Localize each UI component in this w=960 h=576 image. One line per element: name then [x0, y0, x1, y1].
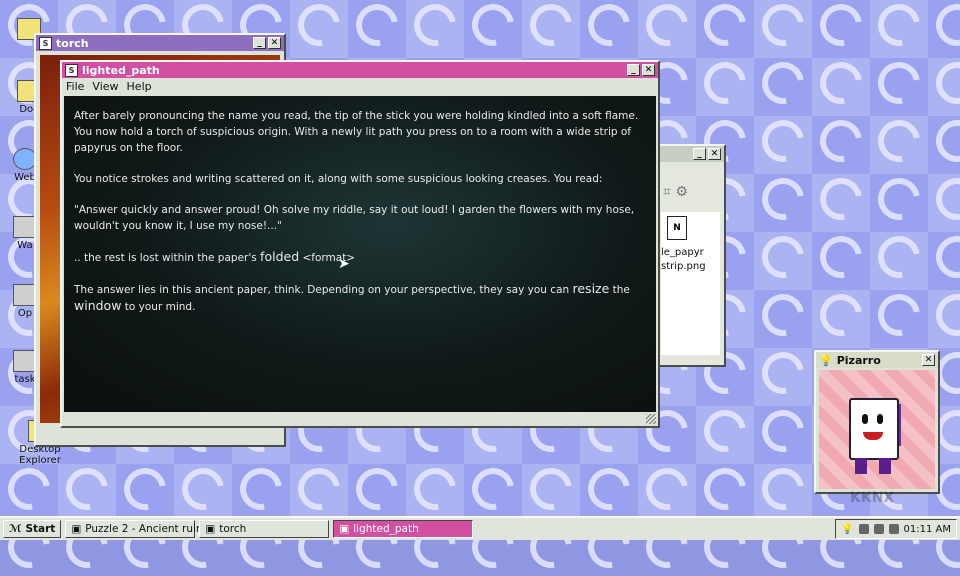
task-label: Puzzle 2 - Ancient ruins — [85, 523, 209, 535]
close-button[interactable]: ✕ — [642, 64, 655, 76]
system-tray: 💡 01:11 AM — [835, 519, 957, 539]
pizarro-assistant[interactable] — [819, 370, 935, 489]
lighted-path-titlebar[interactable]: S lighted_path _ ✕ — [62, 62, 658, 78]
network-icon[interactable] — [858, 524, 869, 534]
taskbar: ℳ Start ▣ Puzzle 2 - Ancient ruins ▣ tor… — [0, 516, 960, 540]
menu-bar: File View Help — [62, 78, 658, 94]
window-title: lighted_path — [82, 63, 160, 77]
story-paragraph: You notice strokes and writing scattered… — [74, 173, 603, 185]
file-list[interactable]: N le_papyr strip.png — [661, 212, 720, 355]
mouse-cursor-icon: ➤ — [338, 256, 350, 272]
eye — [862, 414, 868, 424]
start-label: Start — [25, 523, 56, 535]
minimize-button[interactable]: _ — [253, 37, 266, 49]
riddle-text: "Answer quickly and answer proud! Oh sol… — [74, 204, 635, 232]
file-label[interactable]: le_papyr strip.png — [661, 246, 728, 274]
hint-resize: resize — [572, 281, 610, 296]
menu-view[interactable]: View — [92, 80, 118, 93]
pizarro-title: Pizarro — [836, 353, 881, 367]
app-icon: ▣ — [205, 523, 216, 535]
desktop-icon-label: Op — [17, 308, 33, 319]
app-icon: S — [39, 36, 52, 50]
hint-folded: folded — [260, 249, 300, 264]
torch-title: torch — [56, 36, 89, 50]
pizarro-titlebar[interactable]: 💡 Pizarro ✕ — [816, 352, 938, 368]
task-label: torch — [219, 523, 247, 535]
task-puzzle[interactable]: ▣ Puzzle 2 - Ancient ruins — [65, 520, 208, 538]
leg — [879, 458, 891, 474]
desktop-icon-label: Desktop Explorer — [19, 444, 61, 466]
notepad-character-icon[interactable] — [849, 398, 899, 460]
minimize-button[interactable]: _ — [693, 148, 706, 160]
text-fragment: to your mind. — [121, 301, 196, 313]
story-paragraph: The answer lies in this ancient paper, t… — [74, 281, 646, 315]
explorer-titlebar[interactable]: _ ✕ — [657, 146, 724, 162]
explorer-window[interactable]: _ ✕ ⌗ ⚙ N le_papyr strip.png — [655, 144, 726, 367]
clock[interactable]: 01:11 AM — [904, 524, 951, 535]
start-button[interactable]: ℳ Start — [3, 520, 62, 538]
lightbulb-icon: 💡 — [819, 353, 833, 367]
lightbulb-icon[interactable]: 💡 — [841, 524, 853, 535]
hint-window: window — [74, 298, 122, 313]
lighted-path-window[interactable]: S lighted_path _ ✕ File View Help After … — [60, 60, 660, 428]
app-icon: ▣ — [71, 523, 82, 535]
desktop-icon-label: Wa — [17, 240, 33, 251]
toolbar-icons[interactable]: ⌗ ⚙ — [663, 184, 688, 200]
close-button[interactable]: ✕ — [922, 354, 935, 366]
menu-help[interactable]: Help — [127, 80, 152, 93]
close-button[interactable]: ✕ — [708, 148, 721, 160]
minimize-button[interactable]: _ — [627, 64, 640, 76]
text-fragment: the — [609, 284, 630, 296]
app-icon: S — [65, 63, 78, 77]
volume-icon[interactable] — [873, 524, 884, 534]
watermark: KKNX — [850, 490, 895, 506]
task-lighted-path[interactable]: ▣ lighted_path — [333, 520, 474, 538]
task-torch[interactable]: ▣ torch — [199, 520, 330, 538]
close-button[interactable]: ✕ — [268, 37, 281, 49]
story-text-area[interactable]: After barely pronouncing the name you re… — [64, 96, 656, 412]
image-file-icon[interactable]: N — [667, 216, 687, 240]
pizarro-window[interactable]: 💡 Pizarro ✕ — [814, 350, 940, 494]
menu-file[interactable]: File — [66, 80, 84, 93]
story-paragraph: .. the rest is lost within the paper's f… — [74, 249, 646, 266]
desktop-icon-label: Web — [14, 172, 36, 183]
text-fragment: The answer lies in this ancient paper, t… — [74, 284, 573, 296]
mouth — [863, 432, 883, 440]
eye — [877, 414, 883, 424]
text-fragment: .. the rest is lost within the paper's — [74, 252, 261, 264]
app-icon: ▣ — [339, 523, 350, 535]
start-logo-icon: ℳ — [9, 523, 22, 535]
leg — [855, 458, 867, 474]
torch-titlebar[interactable]: S torch _ ✕ — [36, 35, 284, 51]
settings-icon[interactable] — [888, 524, 899, 534]
task-label: lighted_path — [353, 523, 419, 535]
resize-grip[interactable] — [646, 414, 656, 424]
desktop-icon-label: task — [14, 374, 36, 385]
story-paragraph: After barely pronouncing the name you re… — [74, 110, 639, 154]
